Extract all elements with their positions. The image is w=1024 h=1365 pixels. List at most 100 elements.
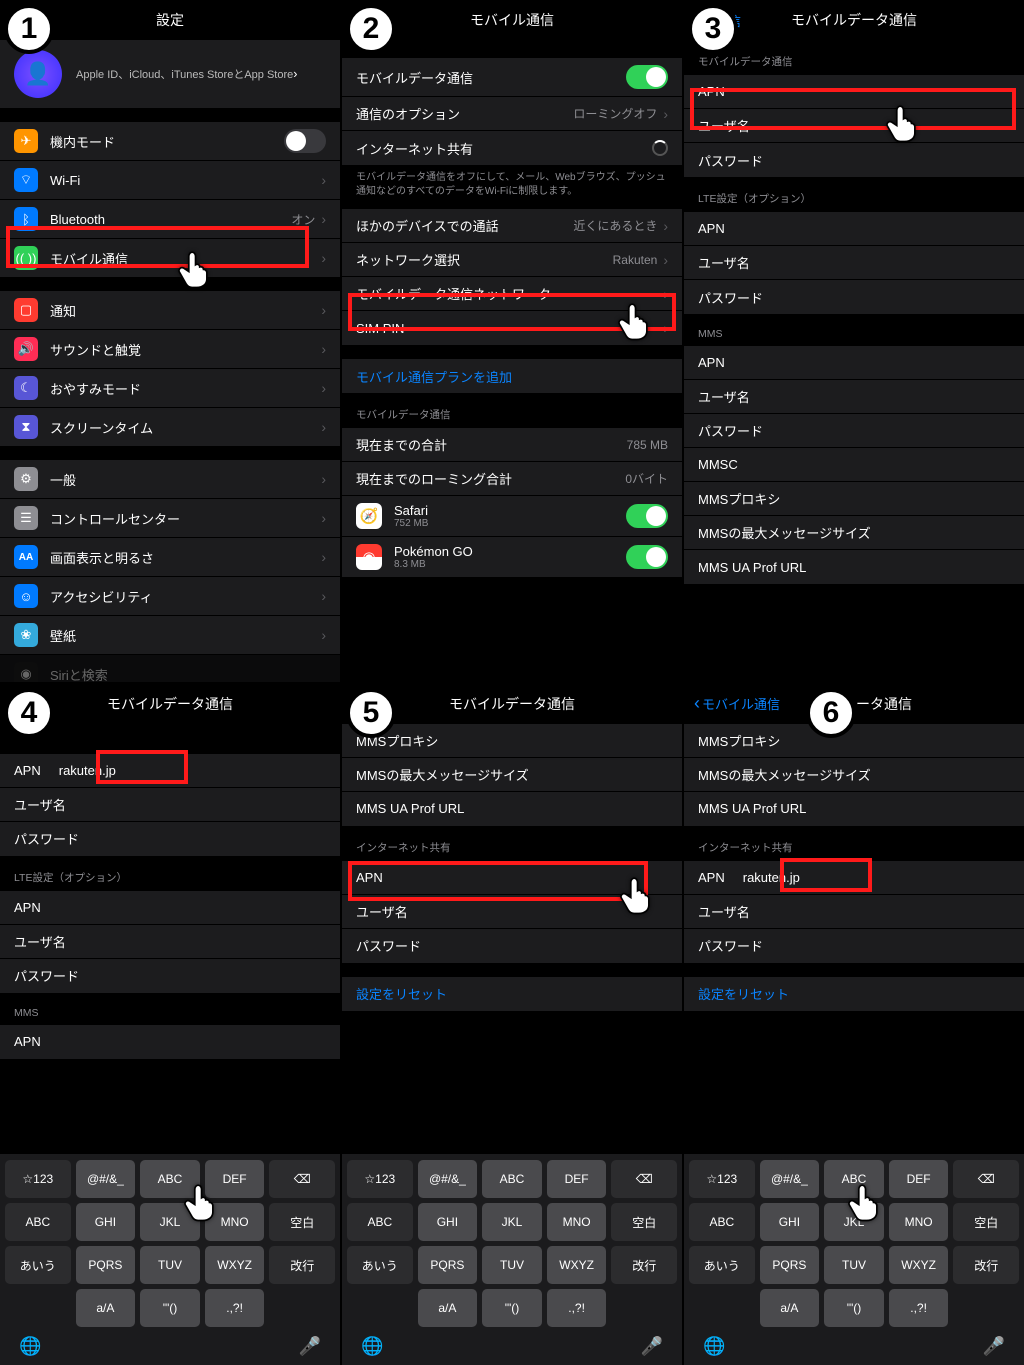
key[interactable]: GHI bbox=[760, 1203, 820, 1241]
globe-icon[interactable]: 🌐 bbox=[19, 1336, 41, 1357]
key-space[interactable]: 空白 bbox=[953, 1203, 1019, 1241]
row-username[interactable]: ユーザ名 bbox=[684, 109, 1024, 143]
back-button[interactable]: ‹モバイル通信 bbox=[694, 693, 780, 714]
row-mms-username[interactable]: ユーザ名 bbox=[684, 380, 1024, 414]
key[interactable]: PQRS bbox=[76, 1246, 136, 1284]
key[interactable]: ABC bbox=[140, 1160, 200, 1198]
key[interactable]: WXYZ bbox=[889, 1246, 949, 1284]
row-notifications[interactable]: ▢ 通知› bbox=[0, 291, 340, 330]
row-cellular-data[interactable]: モバイルデータ通信 bbox=[342, 58, 682, 97]
key[interactable]: a/A bbox=[418, 1289, 478, 1327]
row-reset[interactable]: 設定をリセット bbox=[342, 977, 682, 1011]
keyboard[interactable]: ☆123 @#/&_ ABC DEF ⌫ ABC GHI JKL MNO 空白 … bbox=[0, 1154, 340, 1365]
row-cellular-network[interactable]: モバイルデータ通信ネットワーク› bbox=[342, 277, 682, 311]
row-app-safari[interactable]: 🧭 Safari752 MB bbox=[342, 496, 682, 537]
key[interactable]: DEF bbox=[205, 1160, 265, 1198]
key-space[interactable]: 空白 bbox=[269, 1203, 335, 1241]
key[interactable]: @#/&_ bbox=[760, 1160, 820, 1198]
key[interactable]: DEF bbox=[889, 1160, 949, 1198]
row-screentime[interactable]: ⧗ スクリーンタイム› bbox=[0, 408, 340, 446]
row-hotspot-apn[interactable]: APN bbox=[342, 861, 682, 895]
key-kana[interactable]: あいう bbox=[5, 1246, 71, 1284]
mic-icon[interactable]: 🎤 bbox=[299, 1336, 321, 1357]
key[interactable]: TUV bbox=[140, 1246, 200, 1284]
keyboard[interactable]: ☆123 @#/&_ ABC DEF ⌫ ABC GHI JKL MNO 空白 … bbox=[342, 1154, 682, 1365]
key[interactable]: .,?! bbox=[205, 1289, 265, 1327]
key-space[interactable]: 空白 bbox=[611, 1203, 677, 1241]
row-apn[interactable]: APN bbox=[684, 75, 1024, 109]
row-wifi[interactable]: ⌔ Wi-Fi › bbox=[0, 161, 340, 200]
key[interactable]: '"() bbox=[140, 1289, 200, 1327]
row-cellular[interactable]: (( )) モバイル通信 › bbox=[0, 239, 340, 277]
row-sounds[interactable]: 🔊 サウンドと触覚› bbox=[0, 330, 340, 369]
key[interactable]: GHI bbox=[418, 1203, 478, 1241]
key[interactable]: JKL bbox=[824, 1203, 884, 1241]
keyboard[interactable]: ☆123 @#/&_ ABC DEF ⌫ ABC GHI JKL MNO 空白 … bbox=[684, 1154, 1024, 1365]
apn-input[interactable]: rakuten.jp bbox=[743, 870, 800, 885]
globe-icon[interactable]: 🌐 bbox=[703, 1336, 725, 1357]
key-sym[interactable]: ☆123 bbox=[689, 1160, 755, 1198]
row-bluetooth[interactable]: ᛒ Bluetooth オン › bbox=[0, 200, 340, 239]
apn-input[interactable]: rakuten.jp bbox=[59, 763, 116, 778]
key-abc[interactable]: ABC bbox=[5, 1203, 71, 1241]
row-wallpaper[interactable]: ❀ 壁紙› bbox=[0, 616, 340, 655]
row-mms-apn[interactable]: APN bbox=[0, 1025, 340, 1059]
key[interactable]: WXYZ bbox=[547, 1246, 607, 1284]
key-return[interactable]: 改行 bbox=[611, 1246, 677, 1284]
row-hotspot-apn[interactable]: APN rakuten.jp bbox=[684, 861, 1024, 895]
key[interactable]: MNO bbox=[889, 1203, 949, 1241]
row-hotspot-password[interactable]: パスワード bbox=[342, 929, 682, 963]
key-return[interactable]: 改行 bbox=[953, 1246, 1019, 1284]
globe-icon[interactable]: 🌐 bbox=[361, 1336, 383, 1357]
row-lte-apn[interactable]: APN bbox=[684, 212, 1024, 246]
row-lte-password[interactable]: パスワード bbox=[0, 959, 340, 993]
key-return[interactable]: 改行 bbox=[269, 1246, 335, 1284]
key[interactable]: JKL bbox=[482, 1203, 542, 1241]
key-abc[interactable]: ABC bbox=[347, 1203, 413, 1241]
key[interactable]: MNO bbox=[547, 1203, 607, 1241]
row-mms-max[interactable]: MMSの最大メッセージサイズ bbox=[684, 758, 1024, 792]
row-password[interactable]: パスワード bbox=[684, 143, 1024, 177]
row-mmsc[interactable]: MMSC bbox=[684, 448, 1024, 482]
row-mms-max[interactable]: MMSの最大メッセージサイズ bbox=[684, 516, 1024, 550]
row-hotspot-username[interactable]: ユーザ名 bbox=[684, 895, 1024, 929]
key[interactable]: PQRS bbox=[760, 1246, 820, 1284]
row-hotspot-password[interactable]: パスワード bbox=[684, 929, 1024, 963]
row-general[interactable]: ⚙ 一般› bbox=[0, 460, 340, 499]
profile-cell[interactable]: 👤 Apple ID、iCloud、iTunes StoreとApp Store… bbox=[0, 40, 340, 108]
key[interactable]: .,?! bbox=[889, 1289, 949, 1327]
key-backspace[interactable]: ⌫ bbox=[611, 1160, 677, 1198]
row-mms-apn[interactable]: APN bbox=[684, 346, 1024, 380]
key[interactable]: a/A bbox=[760, 1289, 820, 1327]
key[interactable]: .,?! bbox=[547, 1289, 607, 1327]
row-app-pokemon[interactable]: ◉ Pokémon GO8.3 MB bbox=[342, 537, 682, 577]
key[interactable]: @#/&_ bbox=[76, 1160, 136, 1198]
row-mms-ua[interactable]: MMS UA Prof URL bbox=[684, 792, 1024, 826]
row-mms-password[interactable]: パスワード bbox=[684, 414, 1024, 448]
key-abc[interactable]: ABC bbox=[689, 1203, 755, 1241]
key[interactable]: TUV bbox=[824, 1246, 884, 1284]
row-reset[interactable]: 設定をリセット bbox=[684, 977, 1024, 1011]
key[interactable]: WXYZ bbox=[205, 1246, 265, 1284]
key[interactable]: ABC bbox=[482, 1160, 542, 1198]
key[interactable]: a/A bbox=[76, 1289, 136, 1327]
row-add-plan[interactable]: モバイル通信プランを追加 bbox=[342, 359, 682, 393]
row-lte-username[interactable]: ユーザ名 bbox=[684, 246, 1024, 280]
pokemon-toggle[interactable] bbox=[626, 545, 668, 569]
key[interactable]: JKL bbox=[140, 1203, 200, 1241]
key-kana[interactable]: あいう bbox=[347, 1246, 413, 1284]
row-sim-pin[interactable]: SIM PIN› bbox=[342, 311, 682, 345]
mic-icon[interactable]: 🎤 bbox=[641, 1336, 663, 1357]
key-backspace[interactable]: ⌫ bbox=[269, 1160, 335, 1198]
row-mms-ua[interactable]: MMS UA Prof URL bbox=[342, 792, 682, 826]
row-apn[interactable]: APN rakuten.jp bbox=[0, 754, 340, 788]
row-calls[interactable]: ほかのデバイスでの通話 近くにあるとき› bbox=[342, 209, 682, 243]
row-username[interactable]: ユーザ名 bbox=[0, 788, 340, 822]
row-dnd[interactable]: ☾ おやすみモード› bbox=[0, 369, 340, 408]
mic-icon[interactable]: 🎤 bbox=[983, 1336, 1005, 1357]
row-mms-proxy[interactable]: MMSプロキシ bbox=[684, 724, 1024, 758]
row-mms-proxy[interactable]: MMSプロキシ bbox=[342, 724, 682, 758]
row-password[interactable]: パスワード bbox=[0, 822, 340, 856]
key[interactable]: PQRS bbox=[418, 1246, 478, 1284]
key[interactable]: '"() bbox=[482, 1289, 542, 1327]
